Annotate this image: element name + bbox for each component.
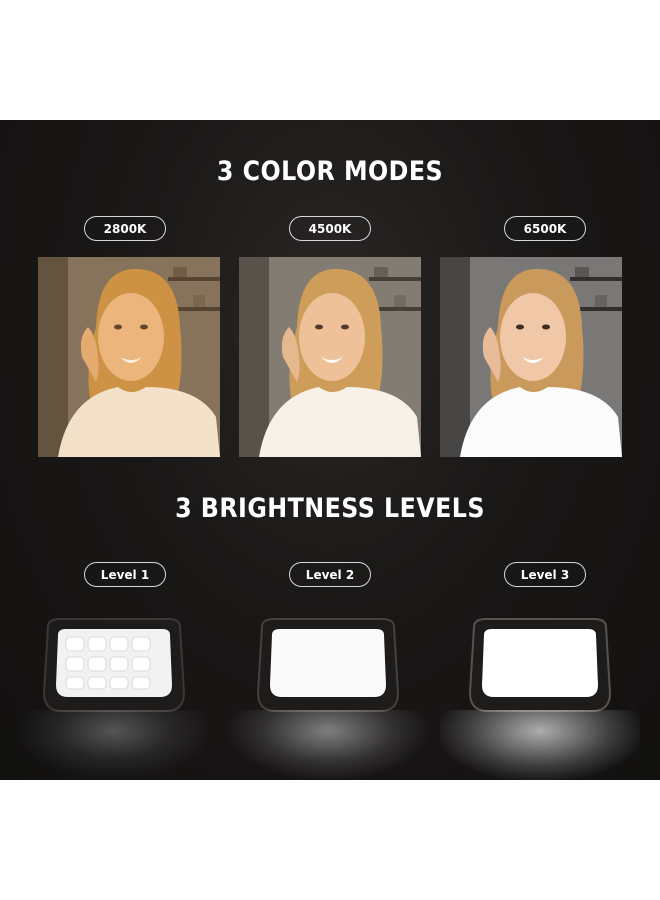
led-light-level-2 bbox=[252, 615, 404, 715]
led-light-level-3 bbox=[464, 615, 616, 715]
color-modes-heading: 3 COLOR MODES bbox=[216, 156, 444, 187]
photo-6500k bbox=[440, 257, 622, 457]
led-light-level-1 bbox=[38, 615, 190, 715]
level-pill-1: Level 1 bbox=[84, 562, 166, 587]
photo-4500k bbox=[239, 257, 421, 457]
level-pill-3: Level 3 bbox=[504, 562, 586, 587]
floor-glow-level-3 bbox=[440, 710, 640, 780]
mode-pill-6500k: 6500K bbox=[504, 216, 586, 241]
mode-pill-4500k: 4500K bbox=[289, 216, 371, 241]
level-pill-2: Level 2 bbox=[289, 562, 371, 587]
floor-glow-level-2 bbox=[228, 710, 428, 780]
brightness-levels-heading: 3 BRIGHTNESS LEVELS bbox=[175, 493, 485, 524]
photo-2800k bbox=[38, 257, 220, 457]
product-panel: 3 COLOR MODES 2800K 4500K 6500K 3 BRIGHT… bbox=[0, 120, 660, 780]
mode-pill-2800k: 2800K bbox=[84, 216, 166, 241]
floor-glow-level-1 bbox=[14, 710, 214, 780]
